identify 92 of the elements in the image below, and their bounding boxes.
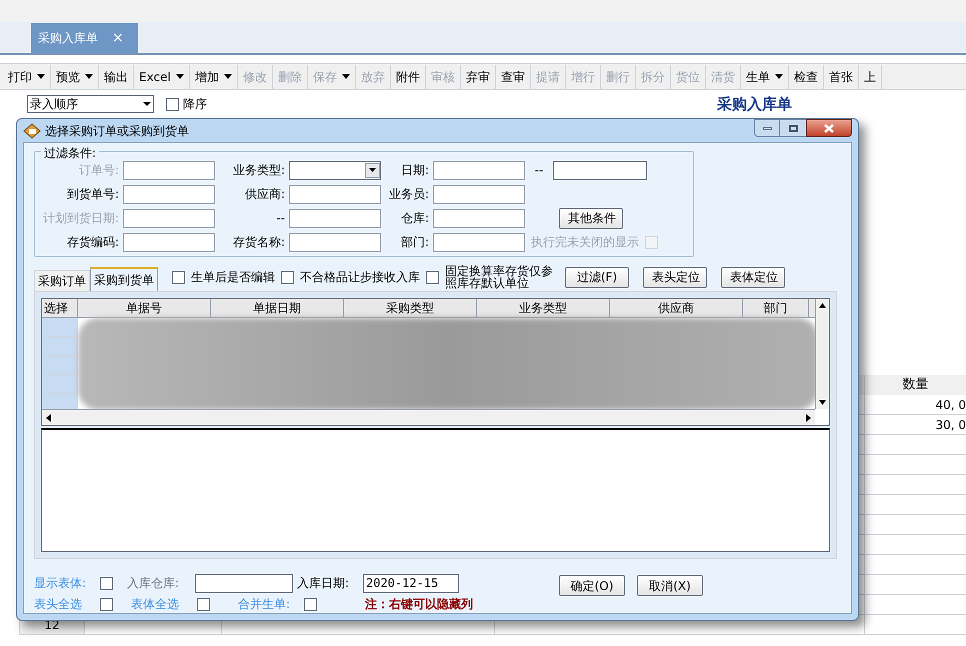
close-icon (824, 124, 834, 132)
checkbox-label: 合并生单: (236, 596, 292, 613)
dropdown-arrow-icon (342, 74, 350, 79)
table-cell-text: 40, 0 (934, 397, 966, 414)
dropdown-arrow-icon (224, 74, 232, 79)
toolbar-button[interactable]: Excel (134, 64, 190, 88)
checkbox[interactable] (100, 576, 113, 590)
checkbox[interactable] (281, 270, 294, 284)
tab-label: 采购入库单 (38, 30, 98, 47)
minimize-button[interactable] (754, 119, 780, 137)
input-field[interactable] (289, 208, 381, 228)
column-header[interactable]: 单据日期 (211, 299, 344, 317)
checkbox-label: 执行完未关闭的显示 (531, 234, 639, 251)
field-label: -- (275, 210, 286, 227)
dropdown-arrow-icon (176, 74, 184, 79)
toolbar-button[interactable]: 首张 (824, 64, 859, 88)
input-field[interactable] (553, 160, 647, 180)
column-header: 数量 (902, 376, 930, 394)
checkbox[interactable] (426, 270, 439, 284)
field-label: 入库日期: (297, 575, 350, 592)
option-label: 不合格品让步接收入库 (300, 271, 420, 283)
app-icon (23, 122, 41, 138)
toolbar-button[interactable]: 上 (858, 64, 882, 88)
column-header[interactable]: 单据号 (78, 299, 211, 317)
input-field[interactable] (123, 184, 215, 204)
toolbar-button[interactable]: 查审 (496, 64, 531, 88)
close-button[interactable] (806, 119, 852, 137)
input-field[interactable] (289, 232, 381, 252)
checkbox-label: 显示表体: (34, 575, 88, 592)
column-header[interactable]: 部门 (743, 299, 809, 317)
dialog-button[interactable]: 其他条件 (559, 208, 623, 228)
input-field[interactable]: 2020-12-15 (363, 574, 459, 592)
input-field[interactable] (433, 232, 525, 252)
column-header[interactable]: 供应商 (610, 299, 743, 317)
dropdown-arrow-icon (774, 74, 783, 79)
sort-dropdown[interactable]: 录入顺序 (27, 95, 154, 113)
field-label: 存货名称: (232, 234, 286, 251)
field-label: 业务员: (388, 186, 430, 203)
field-label: 仓库: (400, 210, 430, 227)
checkbox[interactable] (166, 98, 179, 110)
dialog-button[interactable]: 过滤(F) (565, 266, 629, 288)
toolbar-button[interactable]: 检查 (788, 64, 824, 88)
toolbar-button[interactable]: 生单 (740, 64, 789, 88)
field-label: 订单号: (78, 162, 120, 179)
maximize-button[interactable] (780, 119, 806, 137)
dialog-button[interactable]: 确定(O) (559, 575, 625, 596)
field-label: 日期: (400, 162, 430, 179)
dropdown-arrow-icon (85, 74, 93, 79)
column-header[interactable]: 采购类型 (344, 299, 477, 317)
tab[interactable]: 采购订单 (34, 270, 90, 291)
hint-note: 注：右键可以隐藏列 (365, 596, 473, 613)
input-field[interactable] (433, 208, 525, 228)
field-label: 供应商: (244, 186, 286, 203)
range-separator: -- (534, 162, 544, 179)
field-label: 入库仓库: (127, 575, 180, 592)
dialog-title: 选择采购订单或采购到货单 (45, 122, 189, 140)
dropdown-field[interactable] (289, 160, 381, 180)
field-label: 计划到货日期: (42, 210, 120, 227)
field-label: 部门: (400, 234, 430, 251)
field-label: 存货编码: (66, 234, 120, 251)
input-field[interactable] (123, 232, 215, 252)
checkbox[interactable] (100, 598, 113, 610)
column-header[interactable]: 选择 (42, 299, 78, 317)
dropdown-arrow-icon (37, 74, 45, 79)
field-label: 到货单号: (66, 186, 120, 203)
dialog-button[interactable]: 表体定位 (721, 266, 785, 288)
checkbox[interactable] (172, 270, 185, 284)
input-field[interactable] (433, 184, 525, 204)
checkbox-label: 表头全选 (34, 596, 83, 613)
toolbar-button[interactable]: 附件 (390, 64, 426, 88)
checkbox[interactable] (304, 598, 317, 610)
dialog-button[interactable]: 表头定位 (643, 266, 707, 288)
toolbar-button[interactable]: 增加 (190, 64, 238, 88)
toolbar-button[interactable]: 输出 (99, 64, 134, 88)
toolbar-button[interactable]: 弃审 (460, 64, 496, 88)
toolbar-button[interactable]: 打印 (3, 64, 51, 88)
table-cell-text: 30, 0 (934, 417, 966, 434)
tab[interactable]: 采购到货单 (90, 267, 158, 291)
group-title: 过滤条件: (41, 144, 100, 162)
dialog-button[interactable]: 取消(X) (637, 575, 703, 596)
column-header[interactable]: 业务类型 (477, 299, 610, 317)
option-label: 生单后是否编辑 (191, 271, 275, 283)
page-title: 采购入库单 (717, 94, 792, 115)
input-field[interactable] (433, 160, 525, 180)
toolbar-button[interactable]: 预览 (51, 64, 99, 88)
field-label: 业务类型: (232, 162, 286, 179)
checkbox[interactable] (197, 598, 210, 610)
checkbox-label: 降序 (183, 96, 207, 113)
input-field[interactable] (195, 574, 293, 592)
checkbox-label: 表体全选 (131, 596, 180, 613)
option-label: 固定换算率存货仅参照库存默认单位 (445, 265, 554, 289)
input-field[interactable] (289, 184, 381, 204)
